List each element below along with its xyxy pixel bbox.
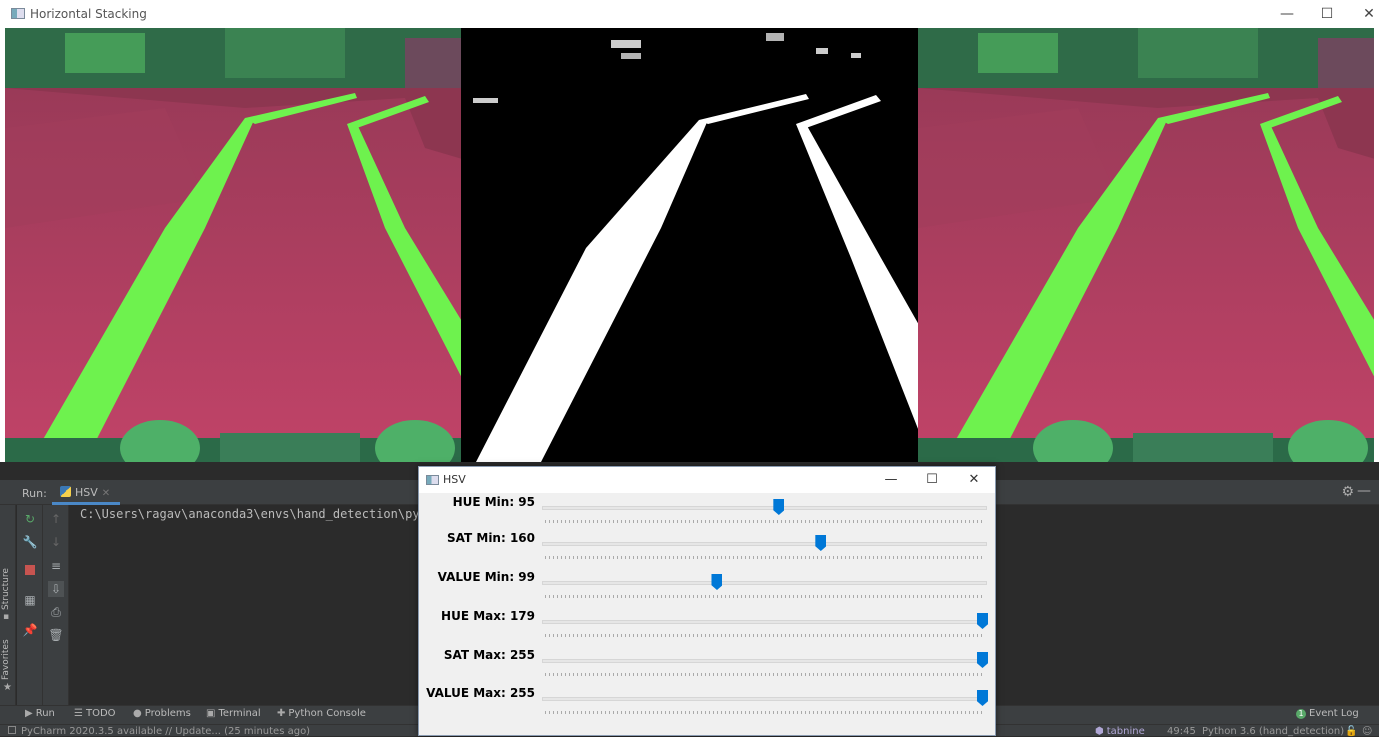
- trackbar-value-min: VALUE Min: 99: [419, 570, 995, 608]
- favorites-side-tab[interactable]: Favorites: [1, 639, 11, 680]
- lock-icon[interactable]: 🔓: [1345, 726, 1357, 737]
- trash-icon[interactable]: 🗑: [48, 627, 64, 643]
- hsv-image-panel-left: [5, 28, 462, 462]
- window-titlebar[interactable]: Horizontal Stacking — ☐ ✕: [0, 0, 1379, 28]
- hsv-image: [917, 28, 1374, 462]
- trackbar-label: SAT Min: 160: [447, 531, 535, 545]
- run-tab-hsv[interactable]: HSV ✕: [52, 481, 120, 505]
- notification-icon[interactable]: ☺: [1362, 726, 1372, 737]
- trackbar-label: HUE Min: 95: [452, 495, 535, 509]
- wrench-icon[interactable]: 🔧: [22, 534, 38, 550]
- run-label: Run:: [22, 487, 47, 500]
- trackbar-hue-max: HUE Max: 179: [419, 609, 995, 647]
- close-button[interactable]: ✕: [953, 467, 995, 493]
- terminal-icon: ▣: [206, 708, 216, 719]
- minimize-button[interactable]: —: [870, 467, 912, 493]
- structure-icon: ▪: [3, 612, 10, 622]
- star-icon: ★: [3, 682, 12, 693]
- hsv-window-titlebar[interactable]: HSV — ☐ ✕: [419, 467, 995, 493]
- trackbar-thumb[interactable]: [977, 613, 988, 629]
- opencv-window-icon: [426, 475, 439, 485]
- scroll-to-end-icon[interactable]: ⇩: [48, 581, 64, 597]
- trackbar-track[interactable]: [542, 542, 987, 546]
- trackbar-label: SAT Max: 255: [443, 648, 535, 662]
- trackbar-label: VALUE Min: 99: [437, 570, 535, 584]
- trackbar-track[interactable]: [542, 659, 987, 663]
- hsv-window-title: HSV: [443, 473, 466, 486]
- rerun-icon[interactable]: ↻: [22, 511, 38, 527]
- gear-icon[interactable]: ⚙: [1341, 484, 1354, 500]
- trackbar-value-max: VALUE Max: 255: [419, 686, 995, 724]
- horizontal-stacking-window: Horizontal Stacking — ☐ ✕: [0, 0, 1379, 462]
- bottom-tab-problems[interactable]: ● Problems: [133, 708, 191, 719]
- close-button[interactable]: ✕: [1347, 0, 1379, 28]
- console-output-line: C:\Users\ragav\anaconda3\envs\hand_detec…: [80, 507, 420, 521]
- event-log-tab[interactable]: 1 Event Log: [1296, 708, 1359, 719]
- bottom-tab-todo[interactable]: ☰ TODO: [74, 708, 116, 719]
- interpreter-status[interactable]: Python 3.6 (hand_detection): [1202, 726, 1344, 737]
- bottom-tab-terminal[interactable]: ▣ Terminal: [206, 708, 261, 719]
- hsv-image: [5, 28, 462, 462]
- trackbar-ticks: [545, 673, 985, 676]
- event-count-badge: 1: [1296, 709, 1306, 719]
- trackbar-thumb[interactable]: [977, 690, 988, 706]
- maximize-button[interactable]: ☐: [911, 467, 953, 493]
- caret-position[interactable]: 49:45: [1167, 726, 1196, 737]
- opencv-window-icon: [11, 8, 25, 19]
- hsv-trackbar-window: HSV — ☐ ✕ HUE Min: 95 SAT Min: 160 VALUE…: [418, 466, 996, 736]
- trackbar-thumb[interactable]: [977, 652, 988, 668]
- trackbar-ticks: [545, 595, 985, 598]
- bottom-tab-python-console[interactable]: ✚ Python Console: [277, 708, 366, 719]
- soft-wrap-icon[interactable]: ≡: [48, 558, 64, 574]
- trackbar-thumb[interactable]: [815, 535, 827, 551]
- status-icon: [8, 726, 16, 734]
- stop-icon[interactable]: [22, 563, 38, 579]
- info-icon: ●: [133, 708, 142, 719]
- run-tab-label: HSV: [75, 486, 98, 499]
- list-icon: ☰: [74, 708, 83, 719]
- hide-icon[interactable]: —: [1357, 483, 1371, 499]
- print-icon[interactable]: ⎙: [48, 604, 64, 620]
- play-icon: ▶: [25, 708, 33, 719]
- trackbar-track[interactable]: [542, 581, 987, 585]
- trackbar-thumb[interactable]: [711, 574, 723, 590]
- up-arrow-icon[interactable]: ↑: [48, 511, 64, 527]
- trackbar-thumb[interactable]: [773, 499, 785, 515]
- trackbar-sat-min: SAT Min: 160: [419, 531, 995, 569]
- trackbar-label: VALUE Max: 255: [426, 686, 535, 700]
- trackbar-ticks: [545, 711, 985, 714]
- pin-icon[interactable]: 📌: [22, 622, 38, 638]
- trackbar-track[interactable]: [542, 620, 987, 624]
- trackbar-ticks: [545, 556, 985, 559]
- trackbar-hue-min: HUE Min: 95: [419, 495, 995, 533]
- python-icon: [60, 486, 71, 497]
- status-update-message[interactable]: PyCharm 2020.3.5 available // Update... …: [8, 726, 310, 737]
- trackbar-ticks: [545, 634, 985, 637]
- trackbar-ticks: [545, 520, 985, 523]
- trackbar-sat-max: SAT Max: 255: [419, 648, 995, 686]
- tabnine-status[interactable]: ⬢ tabnine: [1095, 726, 1145, 737]
- trackbar-label: HUE Max: 179: [441, 609, 535, 623]
- minimize-button[interactable]: —: [1265, 0, 1309, 28]
- hsv-image-panel-right: [917, 28, 1374, 462]
- trackbar-track[interactable]: [542, 697, 987, 701]
- trackbar-track[interactable]: [542, 506, 987, 510]
- close-icon[interactable]: ✕: [102, 488, 110, 499]
- mask-image-panel: [461, 28, 918, 462]
- mask-image: [461, 28, 918, 462]
- window-title: Horizontal Stacking: [30, 7, 147, 21]
- layout-icon[interactable]: ▦: [22, 592, 38, 608]
- python-icon: ✚: [277, 708, 286, 719]
- bottom-tab-run[interactable]: ▶ Run: [25, 708, 55, 719]
- structure-side-tab[interactable]: Structure: [1, 568, 11, 610]
- tabnine-icon: ⬢: [1095, 726, 1104, 737]
- down-arrow-icon[interactable]: ↓: [48, 534, 64, 550]
- maximize-button[interactable]: ☐: [1305, 0, 1349, 28]
